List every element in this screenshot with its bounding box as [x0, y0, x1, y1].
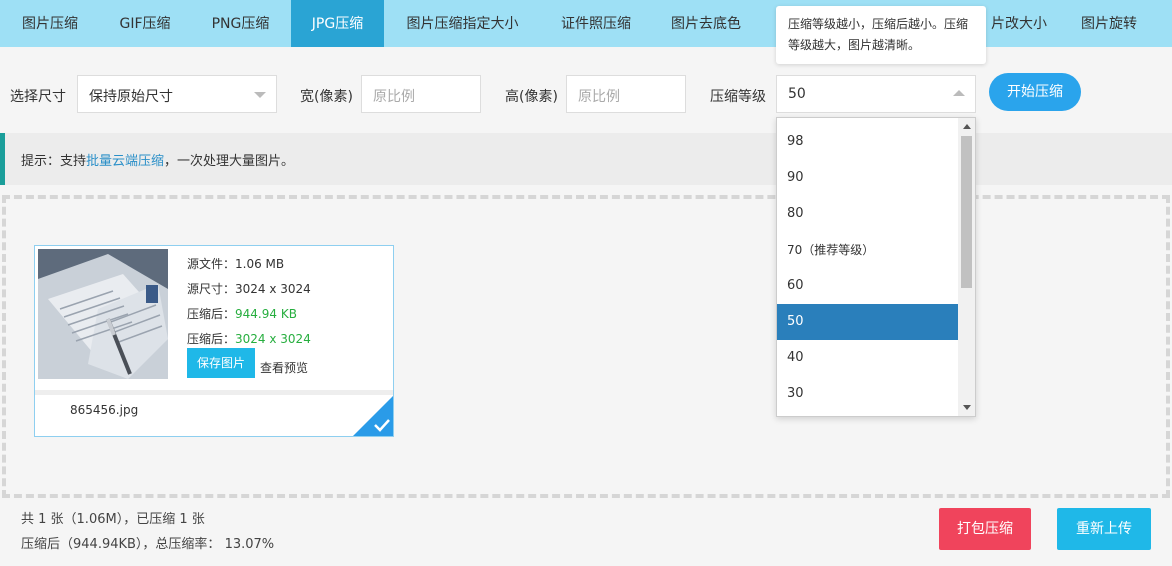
pack-compress-button[interactable]: 打包压缩: [939, 508, 1031, 550]
compressed-dimensions: 压缩后：3024 x 3024: [187, 332, 311, 346]
checkmark-icon: [353, 396, 393, 436]
tab-image-compress[interactable]: 图片压缩: [0, 0, 100, 47]
level-select-value: 50: [788, 86, 806, 102]
tab-jpg-compress[interactable]: JPG压缩: [291, 0, 384, 47]
level-option-30[interactable]: 30: [777, 376, 958, 412]
compression-level-tooltip: 压缩等级越小，压缩后越小。压缩等级越大，图片越清晰。: [776, 6, 986, 64]
scroll-down-icon[interactable]: [963, 405, 971, 410]
scroll-up-icon[interactable]: [963, 124, 971, 129]
tab-compress-to-size[interactable]: 图片压缩指定大小: [384, 0, 541, 47]
height-placeholder: 原比例: [578, 89, 620, 105]
tab-remove-background[interactable]: 图片去底色: [651, 0, 761, 47]
view-preview-link[interactable]: 查看预览: [260, 359, 308, 376]
reupload-button[interactable]: 重新上传: [1057, 508, 1151, 550]
tab-rotate[interactable]: 图片旋转: [1054, 0, 1164, 47]
height-label: 高(像素): [505, 89, 558, 105]
size-select[interactable]: 保持原始尺寸: [77, 75, 277, 113]
tip-bar: 提示：支持批量云端压缩，一次处理大量图片。: [0, 133, 1172, 185]
batch-cloud-compress-link[interactable]: 批量云端压缩: [86, 154, 164, 169]
level-option-70[interactable]: 70（推荐等级）: [777, 232, 958, 268]
size-label: 选择尺寸: [10, 89, 66, 105]
chevron-up-icon: [953, 90, 965, 96]
tab-bar: 图片压缩 GIF压缩 PNG压缩 JPG压缩 图片压缩指定大小 证件照压缩 图片…: [0, 0, 1172, 47]
level-option-50[interactable]: 50: [777, 304, 958, 340]
level-option-90[interactable]: 90: [777, 160, 958, 196]
tab-id-photo-compress[interactable]: 证件照压缩: [541, 0, 651, 47]
level-option-98[interactable]: 98: [777, 124, 958, 160]
dropdown-scrollbar[interactable]: [958, 118, 975, 416]
level-label: 压缩等级: [710, 89, 766, 105]
tip-accent: [0, 133, 5, 185]
image-thumbnail[interactable]: [38, 249, 168, 379]
width-placeholder: 原比例: [373, 89, 415, 105]
summary-count: 共 1 张（1.06M），已压缩 1 张: [21, 512, 205, 527]
width-label: 宽(像素): [300, 89, 353, 105]
tab-resize[interactable]: 片改大小: [984, 0, 1054, 47]
compressed-size: 压缩后：944.94 KB: [187, 307, 297, 321]
level-select[interactable]: 50: [776, 75, 976, 113]
level-option-60[interactable]: 60: [777, 268, 958, 304]
tab-gif-compress[interactable]: GIF压缩: [100, 0, 190, 47]
source-file-size: 源文件：1.06 MB: [187, 257, 285, 271]
width-input[interactable]: 原比例: [361, 75, 481, 113]
card-divider: [35, 390, 393, 395]
height-input[interactable]: 原比例: [566, 75, 686, 113]
level-dropdown-list: 98 90 80 70（推荐等级） 60 50 40 30: [776, 117, 976, 417]
level-option-40[interactable]: 40: [777, 340, 958, 376]
tip-text: 提示：支持批量云端压缩，一次处理大量图片。: [21, 154, 295, 169]
chevron-down-icon: [254, 92, 266, 98]
file-name: 865456.jpg: [70, 403, 139, 417]
summary-compression: 压缩后（944.94KB），总压缩率： 13.07%: [21, 537, 275, 552]
scrollbar-thumb[interactable]: [961, 136, 972, 288]
size-select-value: 保持原始尺寸: [89, 89, 173, 105]
source-dimensions: 源尺寸：3024 x 3024: [187, 282, 311, 296]
start-compress-button[interactable]: 开始压缩: [989, 73, 1081, 111]
tab-png-compress[interactable]: PNG压缩: [190, 0, 291, 47]
image-card: 源文件：1.06 MB 源尺寸：3024 x 3024 压缩后：944.94 K…: [34, 245, 394, 437]
save-image-button[interactable]: 保存图片: [187, 348, 255, 378]
level-option-80[interactable]: 80: [777, 196, 958, 232]
